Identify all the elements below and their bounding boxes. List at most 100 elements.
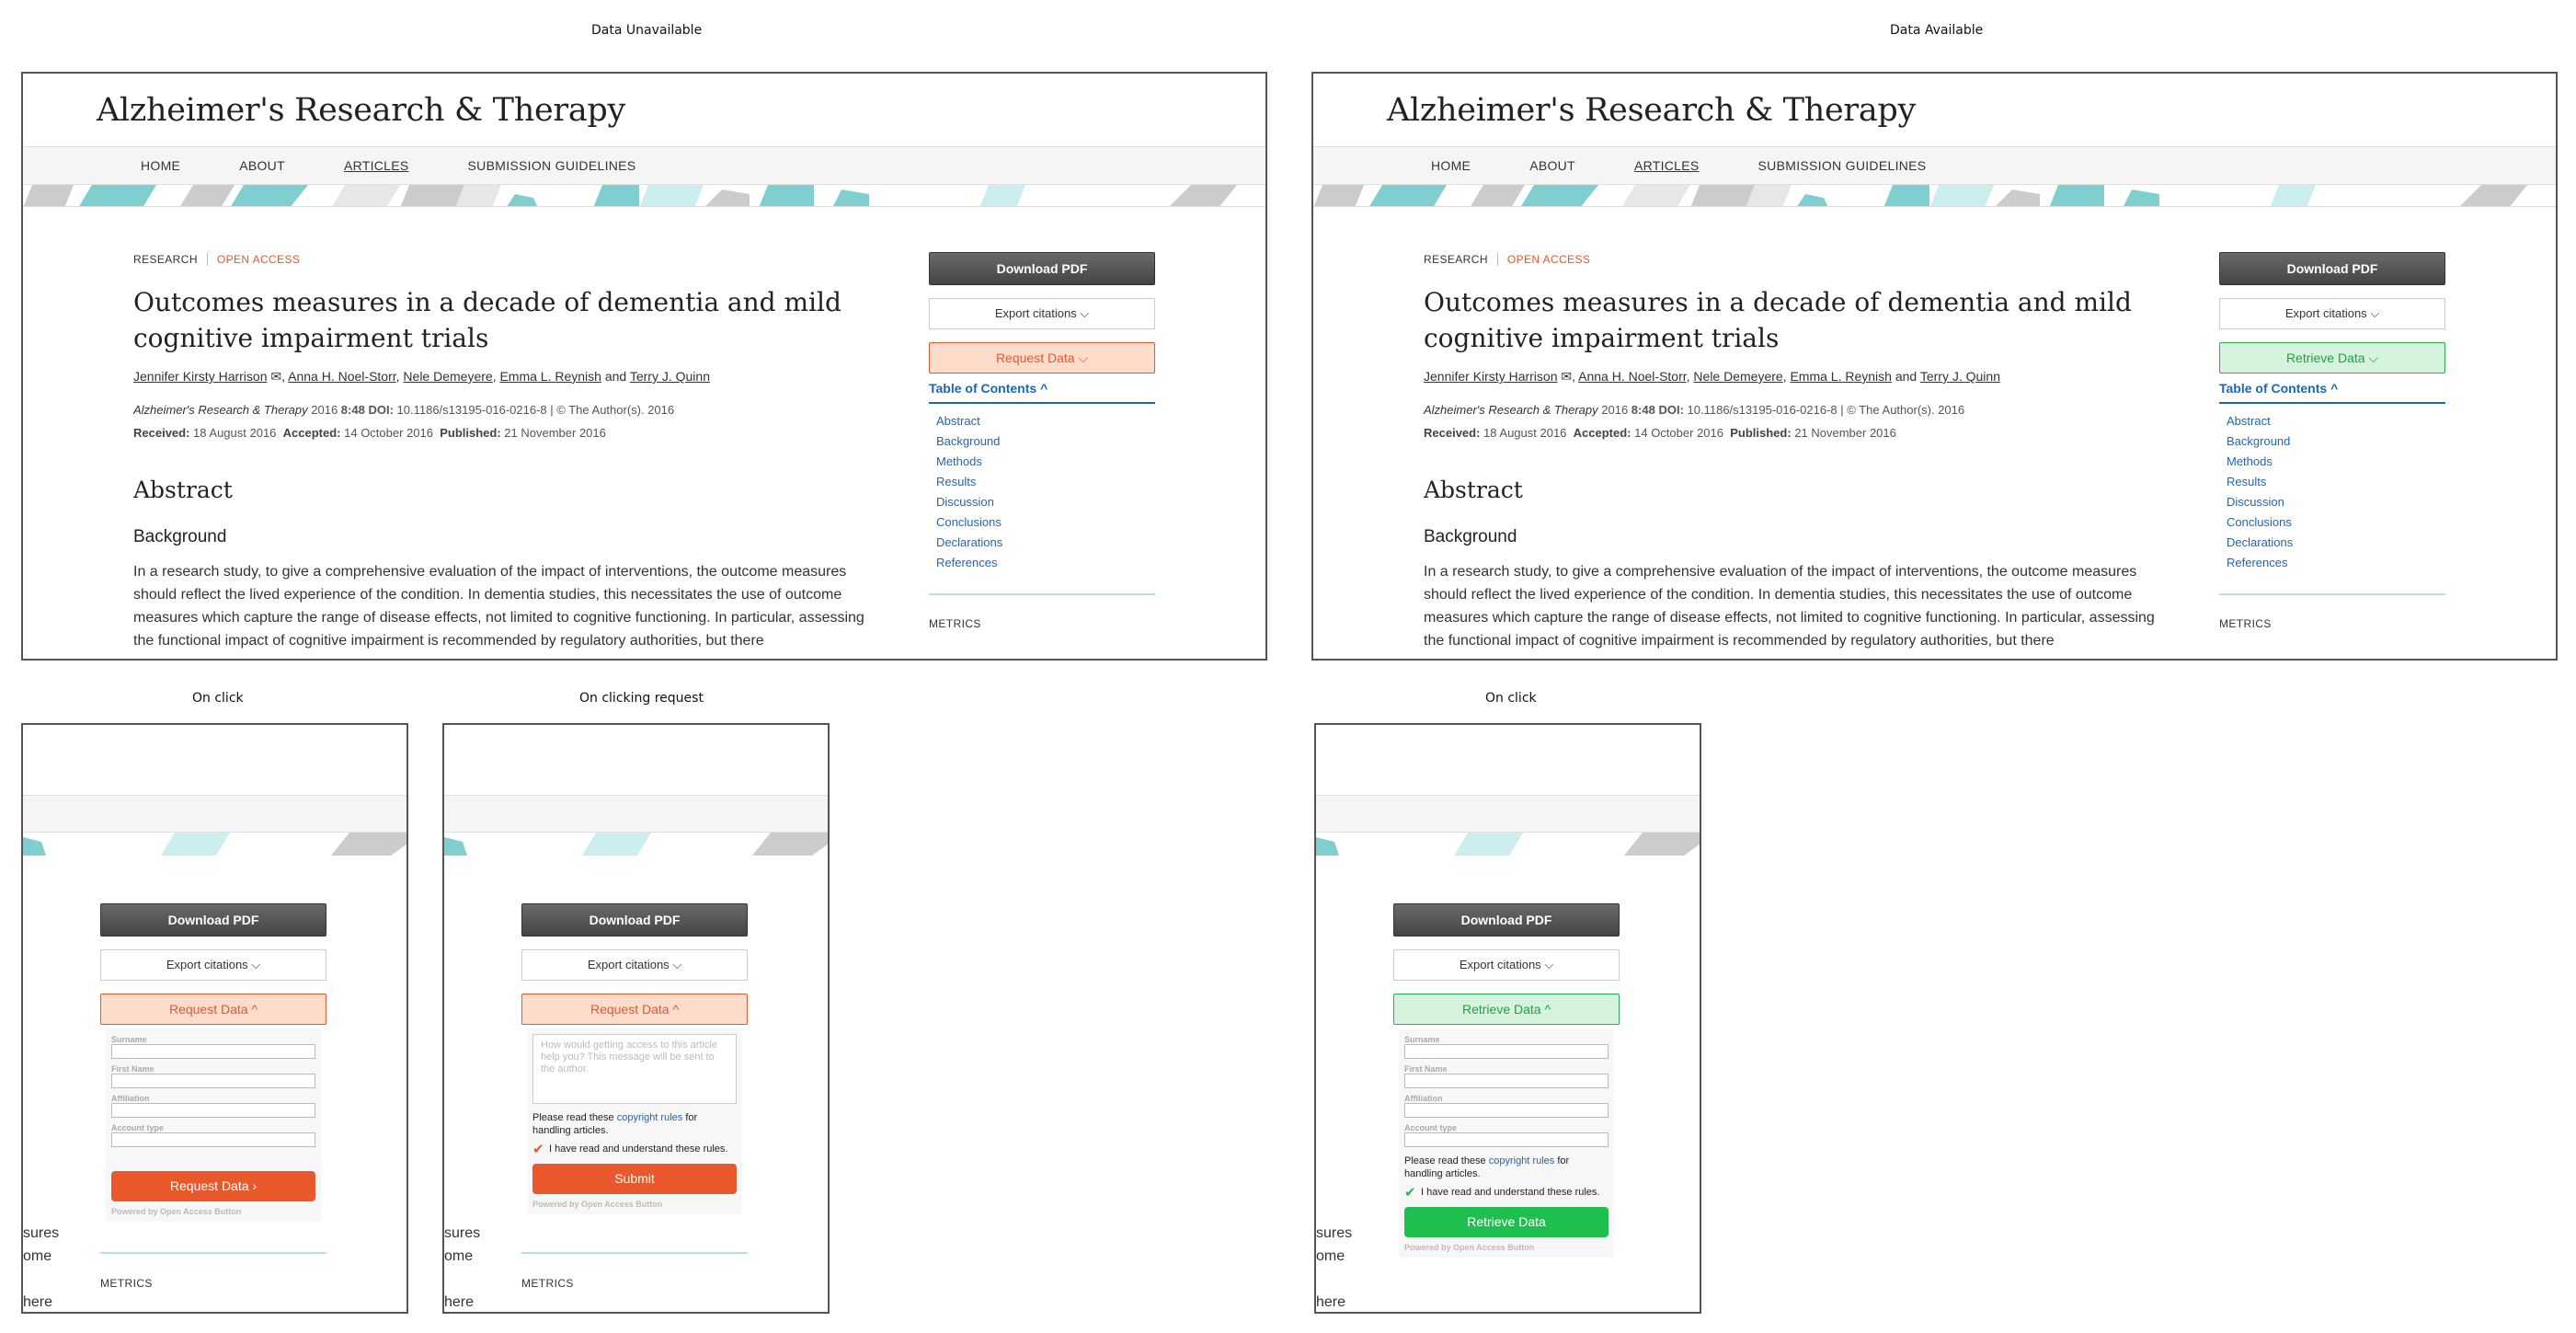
toc-item-discussion[interactable]: Discussion — [936, 492, 1155, 512]
checkmark-icon[interactable]: ✔ — [1404, 1186, 1421, 1200]
author-link[interactable]: Nele Demeyere — [403, 369, 492, 384]
download-pdf-button[interactable]: Download PDF — [929, 252, 1155, 285]
text-fragment: sures — [444, 1225, 481, 1241]
download-pdf-button[interactable]: Download PDF — [100, 903, 326, 937]
article-title: Outcomes measures in a decade of dementi… — [1424, 287, 2132, 353]
export-citations-button[interactable]: Export citations ⌵ — [2219, 298, 2445, 329]
nav-strip — [444, 796, 828, 833]
request-data-submit-button[interactable]: Request Data › — [111, 1171, 315, 1201]
article-title: Outcomes measures in a decade of dementi… — [133, 287, 841, 353]
export-citations-button[interactable]: Export citations ⌵ — [929, 298, 1155, 329]
rules-prefix: Please read these — [1404, 1155, 1489, 1166]
author-link[interactable]: Nele Demeyere — [1693, 369, 1782, 384]
copyright-rules-link[interactable]: copyright rules — [1489, 1155, 1555, 1166]
first-name-input[interactable] — [1404, 1074, 1609, 1088]
request-message-form: How would getting access to this article… — [527, 1028, 742, 1214]
agree-checkbox-row[interactable]: ✔ I have read and understand these rules. — [1404, 1186, 1609, 1200]
powered-by-text: Powered by Open Access Button — [1404, 1243, 1535, 1252]
toc-item-background[interactable]: Background — [936, 431, 1155, 452]
toc-item-conclusions[interactable]: Conclusions — [2227, 512, 2445, 533]
nav-home[interactable]: HOME — [141, 158, 180, 173]
header-strip — [444, 725, 828, 796]
journal-title[interactable]: Alzheimer's Research & Therapy — [97, 92, 625, 129]
toc-item-results[interactable]: Results — [936, 472, 1155, 492]
download-pdf-button[interactable]: Download PDF — [1393, 903, 1620, 937]
journal-title[interactable]: Alzheimer's Research & Therapy — [1387, 92, 1916, 129]
toc-item-results[interactable]: Results — [2227, 472, 2445, 492]
email-icon[interactable]: ✉ — [270, 369, 281, 384]
export-citations-button[interactable]: Export citations ⌵ — [1393, 949, 1620, 981]
export-citations-button[interactable]: Export citations ⌵ — [100, 949, 326, 981]
toc-heading[interactable]: Table of Contents ^ — [2219, 381, 2445, 404]
main-nav: HOME ABOUT ARTICLES SUBMISSION GUIDELINE… — [23, 147, 1265, 184]
author-list: Jennifer Kirsty Harrison ✉, Anna H. Noel… — [133, 369, 710, 384]
affiliation-input[interactable] — [1404, 1103, 1609, 1118]
surname-input[interactable] — [111, 1044, 315, 1059]
sidebar: Download PDF Export citations ⌵ Request … — [929, 252, 1155, 630]
agree-checkbox-row[interactable]: ✔ I have read and understand these rules. — [532, 1143, 737, 1156]
doi-label: DOI: — [1658, 403, 1684, 417]
request-data-button[interactable]: Request Data ⌵ — [929, 342, 1155, 373]
copyright-rules-link[interactable]: copyright rules — [617, 1112, 683, 1123]
abstract-text: In a research study, to give a comprehen… — [133, 564, 864, 649]
account-type-input[interactable] — [111, 1132, 315, 1147]
toc-item-methods[interactable]: Methods — [2227, 452, 2445, 472]
powered-by-text: Powered by Open Access Button — [532, 1200, 663, 1209]
download-pdf-button[interactable]: Download PDF — [521, 903, 748, 937]
toc-item-references[interactable]: References — [2227, 553, 2445, 573]
retrieve-data-submit-button[interactable]: Retrieve Data — [1404, 1207, 1609, 1237]
toc-heading[interactable]: Table of Contents ^ — [929, 381, 1155, 404]
email-icon[interactable]: ✉ — [1561, 369, 1572, 384]
submit-button[interactable]: Submit — [532, 1164, 737, 1194]
author-link[interactable]: Emma L. Reynish — [499, 369, 601, 384]
toc-item-discussion[interactable]: Discussion — [2227, 492, 2445, 512]
toc-item-methods[interactable]: Methods — [936, 452, 1155, 472]
account-type-input[interactable] — [1404, 1132, 1609, 1147]
nav-home[interactable]: HOME — [1431, 158, 1471, 173]
surname-input[interactable] — [1404, 1044, 1609, 1059]
powered-by-text: Powered by Open Access Button — [111, 1207, 242, 1216]
download-pdf-button[interactable]: Download PDF — [2219, 252, 2445, 285]
author-link[interactable]: Emma L. Reynish — [1790, 369, 1891, 384]
author-link[interactable]: Anna H. Noel-Storr — [1578, 369, 1687, 384]
toc-item-abstract[interactable]: Abstract — [936, 411, 1155, 431]
retrieve-data-button[interactable]: Retrieve Data ⌵ — [2219, 342, 2445, 373]
rules-prefix: Please read these — [532, 1112, 617, 1123]
request-data-button[interactable]: Request Data ^ — [100, 994, 326, 1025]
retrieve-data-button[interactable]: Retrieve Data ^ — [1393, 994, 1620, 1025]
author-link[interactable]: Jennifer Kirsty Harrison — [1424, 369, 1558, 384]
toc-item-declarations[interactable]: Declarations — [936, 533, 1155, 553]
author-link[interactable]: Terry J. Quinn — [630, 369, 710, 384]
doi-label: DOI: — [368, 403, 394, 417]
nav-about[interactable]: ABOUT — [1529, 158, 1575, 173]
author-link[interactable]: Jennifer Kirsty Harrison — [133, 369, 268, 384]
toc-item-declarations[interactable]: Declarations — [2227, 533, 2445, 553]
text-fragment: sures — [1316, 1225, 1353, 1241]
open-access-label: OPEN ACCESS — [216, 253, 301, 266]
agree-label: I have read and understand these rules. — [1421, 1187, 1600, 1198]
export-citations-button[interactable]: Export citations ⌵ — [521, 949, 748, 981]
affiliation-input[interactable] — [111, 1103, 315, 1118]
nav-articles[interactable]: ARTICLES — [1634, 158, 1700, 173]
sidebar: Download PDF Export citations ⌵ Request … — [521, 903, 748, 1214]
background-heading: Background — [133, 527, 227, 546]
toc-item-background[interactable]: Background — [2227, 431, 2445, 452]
toc-item-abstract[interactable]: Abstract — [2227, 411, 2445, 431]
nav-submission-guidelines[interactable]: SUBMISSION GUIDELINES — [1758, 158, 1927, 173]
abstract-text: In a research study, to give a comprehen… — [1424, 564, 2155, 649]
message-textarea[interactable]: How would getting access to this article… — [532, 1034, 737, 1104]
toc-item-references[interactable]: References — [936, 553, 1155, 573]
checkmark-icon[interactable]: ✔ — [532, 1143, 549, 1156]
author-link[interactable]: Terry J. Quinn — [1920, 369, 2000, 384]
request-data-button[interactable]: Request Data ^ — [521, 994, 748, 1025]
nav-about[interactable]: ABOUT — [239, 158, 285, 173]
article-type: RESEARCH — [133, 253, 208, 266]
first-name-input[interactable] — [111, 1074, 315, 1088]
author-link[interactable]: Anna H. Noel-Storr — [288, 369, 396, 384]
nav-submission-guidelines[interactable]: SUBMISSION GUIDELINES — [468, 158, 636, 173]
surname-label: Surname — [1404, 1035, 1440, 1044]
decorative-hex-banner — [23, 184, 1265, 207]
toc-item-conclusions[interactable]: Conclusions — [936, 512, 1155, 533]
nav-strip — [23, 796, 406, 833]
nav-articles[interactable]: ARTICLES — [344, 158, 409, 173]
